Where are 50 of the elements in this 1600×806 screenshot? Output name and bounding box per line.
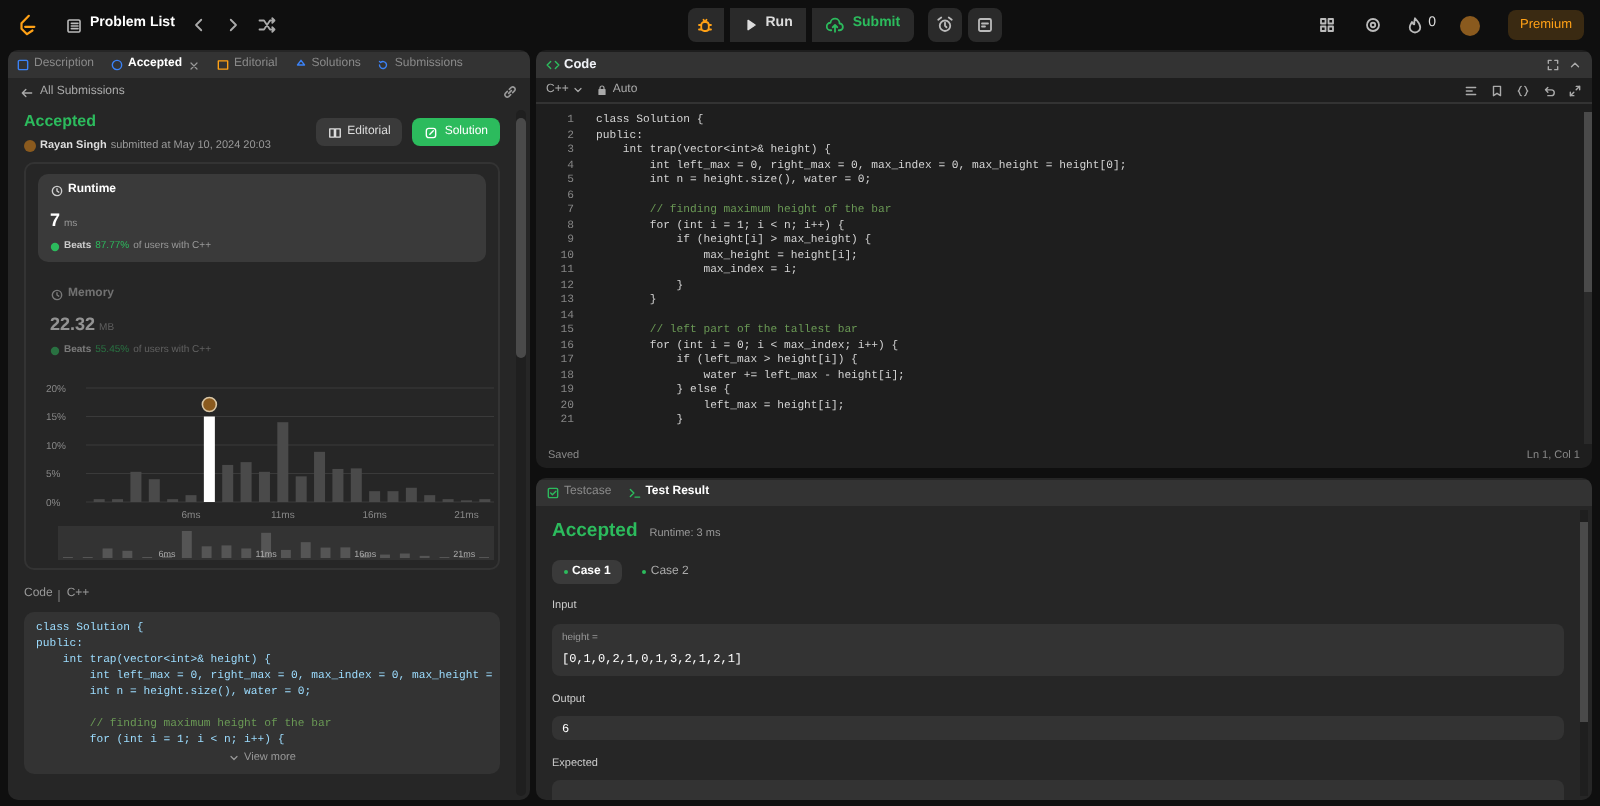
result-status: Accepted (552, 518, 638, 546)
layout-grid-icon[interactable] (1318, 16, 1337, 34)
memory-icon (50, 288, 64, 303)
avatar-icon (24, 140, 36, 153)
list-icon (66, 17, 82, 33)
play-icon (743, 18, 758, 32)
expand-icon[interactable] (1568, 83, 1582, 97)
shuffle-icon[interactable] (258, 16, 277, 34)
back-arrow-icon (20, 85, 34, 99)
chevron-right-icon[interactable] (224, 16, 243, 34)
debug-button[interactable] (687, 8, 724, 42)
metric-value: 7 (50, 208, 61, 235)
undo-icon[interactable] (1542, 83, 1556, 97)
code-icon (546, 58, 560, 72)
submission-status: Accepted (24, 110, 99, 134)
flame-icon (1406, 16, 1425, 34)
note-icon (976, 16, 995, 34)
clock-icon (50, 184, 64, 199)
braces-icon[interactable] (1516, 83, 1530, 97)
tab-icon (376, 58, 391, 72)
timer-button[interactable] (928, 8, 963, 42)
lock-icon (596, 84, 609, 96)
close-icon[interactable] (188, 59, 201, 71)
edit-icon (424, 125, 439, 140)
alarm-clock-icon (936, 16, 955, 34)
tab-icon (216, 58, 231, 72)
tab-icon (110, 58, 125, 72)
avatar-icon[interactable] (1459, 15, 1480, 35)
notes-button[interactable] (968, 8, 1003, 42)
bug-icon (696, 16, 715, 34)
tab-icon (293, 58, 308, 72)
terminal-icon (627, 486, 642, 500)
bookmark-icon[interactable] (1490, 83, 1504, 97)
format-icon[interactable] (1464, 83, 1478, 97)
cloud-upload-icon (826, 16, 845, 34)
logo-icon[interactable] (16, 14, 38, 36)
tab-icon (16, 58, 30, 72)
chevron-up-icon[interactable] (1568, 58, 1582, 72)
bar[interactable] (203, 417, 215, 503)
checkbox-icon (546, 486, 560, 500)
maximize-icon[interactable] (1546, 58, 1560, 72)
beats-badge-icon (50, 242, 60, 252)
book-icon (327, 125, 342, 140)
metric-value: 22.32 (50, 312, 96, 339)
avatar-marker (201, 397, 218, 413)
beats-badge-icon (50, 346, 60, 356)
chevron-down-icon (572, 84, 585, 96)
settings-icon[interactable] (1364, 16, 1383, 34)
link-icon[interactable] (502, 84, 518, 100)
chevron-down-icon (228, 752, 241, 765)
